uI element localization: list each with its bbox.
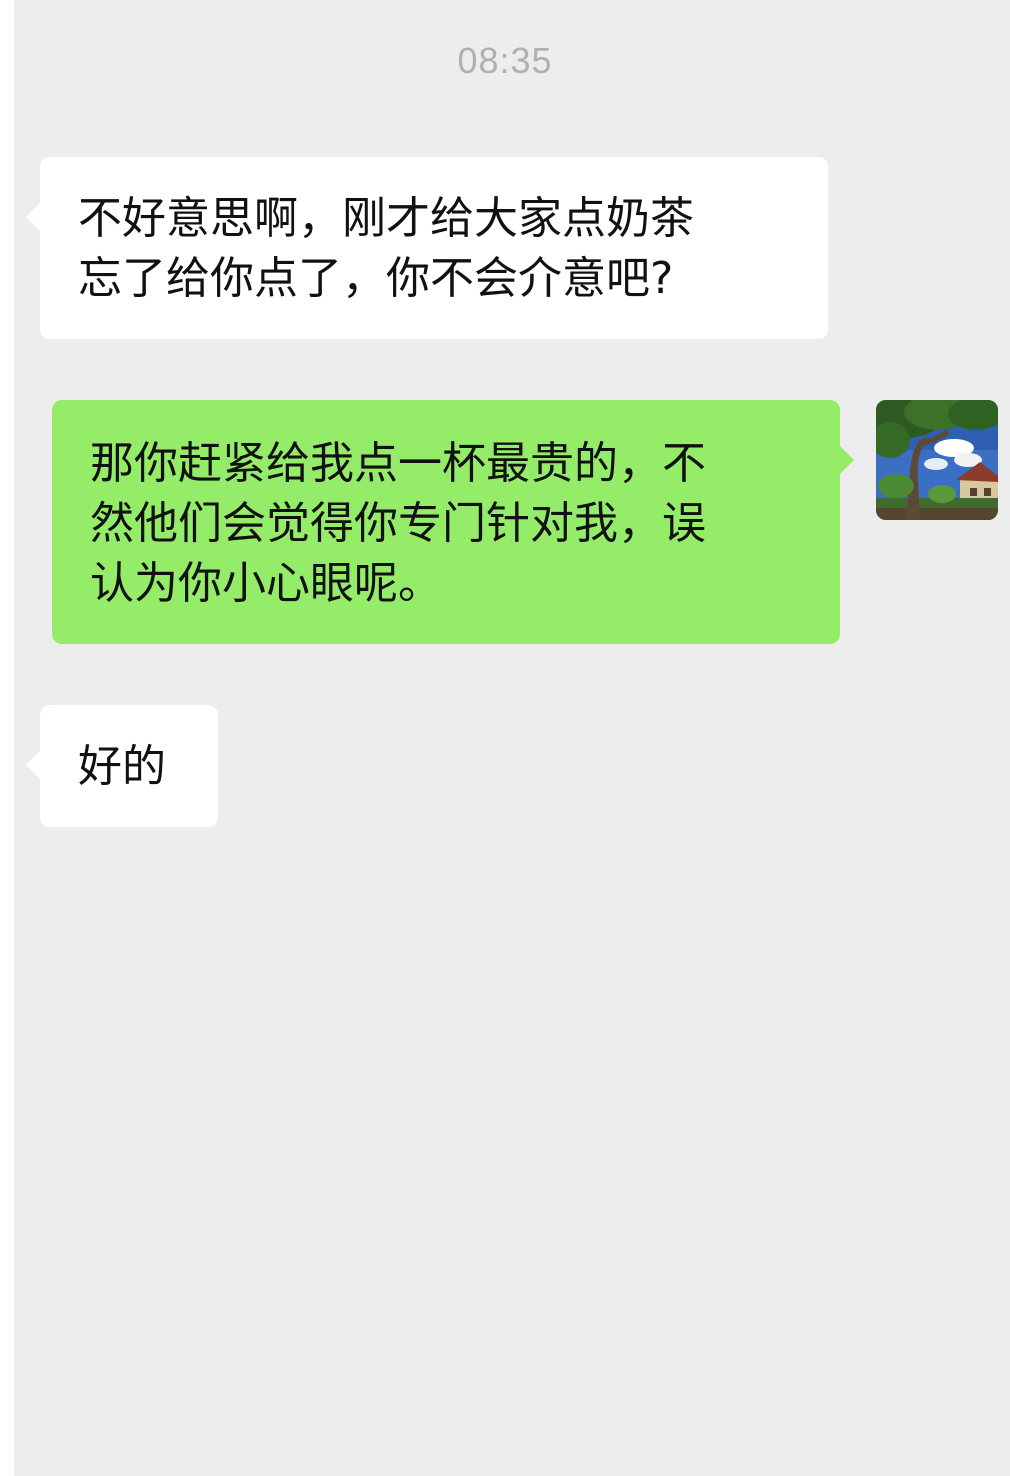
outgoing-message-bubble[interactable]: 那你赶紧给我点一杯最贵的，不 然他们会觉得你专门针对我，误 认为你小心眼呢。 xyxy=(52,400,854,644)
incoming-message-bubble[interactable]: 不好意思啊，刚才给大家点奶茶 忘了给你点了，你不会介意吧? xyxy=(26,157,828,339)
message-timestamp: 08:35 xyxy=(457,40,553,81)
incoming-message-bubble[interactable]: 好的 xyxy=(26,705,218,827)
avatar[interactable] xyxy=(876,400,998,520)
landscape-avatar-icon xyxy=(876,400,998,520)
